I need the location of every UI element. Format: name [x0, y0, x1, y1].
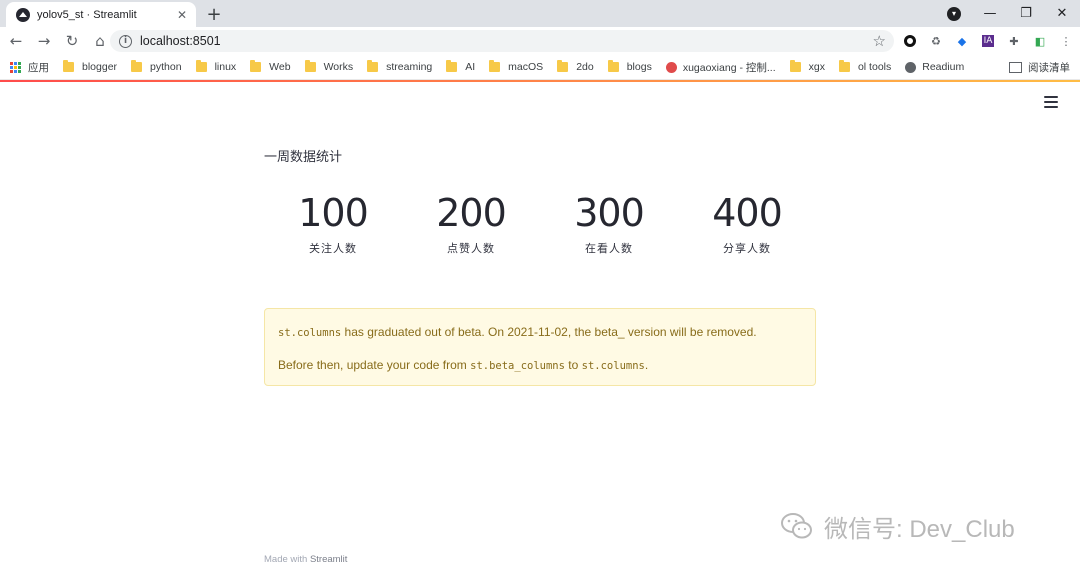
bookmark-readium[interactable]: Readium	[905, 61, 964, 73]
minimize-button[interactable]: —	[972, 2, 1008, 26]
puzzle-extensions-icon[interactable]: ✚	[1004, 30, 1024, 52]
streamlit-favicon-icon	[16, 7, 30, 22]
metric-value: 300	[574, 191, 645, 235]
layers-extension-icon[interactable]: ◆	[952, 30, 972, 52]
bookmarks-bar: 应用 blogger python linux Web Works stream…	[0, 55, 1080, 80]
metric-likes: 200 点赞人数	[402, 190, 540, 256]
inline-code: st.beta_columns	[470, 360, 565, 372]
folder-icon	[838, 60, 850, 72]
inline-code: st.columns	[278, 327, 342, 339]
folder-icon	[789, 60, 801, 72]
folder-icon	[304, 60, 316, 72]
profile-icon[interactable]: ▾	[936, 2, 972, 26]
reading-list[interactable]: 阅读清单	[1009, 55, 1070, 79]
metric-value: 100	[298, 191, 369, 235]
metric-label: 在看人数	[585, 242, 633, 255]
streamlit-link[interactable]: Streamlit	[310, 554, 347, 565]
folder-icon	[131, 60, 143, 72]
apps-icon	[10, 61, 21, 73]
address-bar[interactable]: i localhost:8501 ☆	[110, 30, 894, 52]
new-tab-button[interactable]: +	[204, 4, 224, 25]
bookmark-blogger[interactable]: blogger	[63, 60, 117, 73]
alert-line-1: st.columns has graduated out of beta. On…	[278, 325, 757, 339]
metric-value: 200	[436, 191, 507, 235]
metric-label: 点赞人数	[447, 242, 495, 255]
site-info-icon[interactable]: i	[119, 34, 132, 48]
browser-tab[interactable]: yolov5_st · Streamlit ✕	[6, 2, 196, 27]
metric-value: 400	[712, 191, 783, 235]
reload-icon[interactable]: ↻	[60, 29, 84, 53]
bookmark-python[interactable]: python	[131, 60, 182, 73]
bookmark-xugaoxiang[interactable]: xugaoxiang - 控制...	[665, 60, 776, 75]
home-icon[interactable]: ⌂	[88, 29, 112, 53]
metrics-row: 100 关注人数 200 点赞人数 300 在看人数 400 分享人数	[264, 190, 816, 256]
bookmark-apps[interactable]: 应用	[10, 60, 49, 75]
forward-icon[interactable]: →	[32, 29, 56, 53]
folder-icon	[195, 60, 207, 72]
deprecation-warning-alert: st.columns has graduated out of beta. On…	[264, 308, 816, 386]
tab-title: yolov5_st · Streamlit	[37, 8, 137, 21]
metric-shares: 400 分享人数	[678, 190, 816, 256]
metric-label: 关注人数	[309, 242, 357, 255]
back-icon[interactable]: ←	[4, 29, 28, 53]
browser-toolbar: ← → ↻ ⌂ i localhost:8501 ☆ ♻ ◆ IA ✚ ◧ ⋮	[0, 27, 1080, 55]
bookmark-star-icon[interactable]: ☆	[873, 32, 886, 50]
wechat-watermark: 微信号: Dev_Club	[780, 508, 1015, 544]
tab-strip: yolov5_st · Streamlit ✕ + ▾ — ❐ ✕	[0, 0, 1080, 27]
bookmark-macos[interactable]: macOS	[489, 60, 543, 73]
footer: Made with Streamlit	[264, 554, 348, 565]
alert-line-2: Before then, update your code from st.be…	[278, 358, 649, 372]
folder-icon	[489, 60, 501, 72]
extension-icons: ♻ ◆ IA ✚ ◧ ⋮	[900, 30, 1080, 52]
streamlit-decoration-bar	[0, 80, 1080, 82]
metric-followers: 100 关注人数	[264, 190, 402, 256]
watermark-text: 微信号: Dev_Club	[824, 515, 1015, 543]
bookmark-2do[interactable]: 2do	[557, 60, 594, 73]
folder-icon	[250, 60, 262, 72]
reading-list-icon	[1009, 61, 1022, 73]
inline-code: st.columns	[581, 360, 645, 372]
folder-icon	[367, 60, 379, 72]
globe-icon	[905, 61, 917, 73]
hamburger-menu-icon[interactable]	[1044, 96, 1058, 108]
recycle-extension-icon[interactable]: ♻	[926, 30, 946, 52]
metric-label: 分享人数	[723, 242, 771, 255]
bookmark-web[interactable]: Web	[250, 60, 291, 73]
ia-extension-icon[interactable]: IA	[978, 30, 998, 52]
extension-badge-icon[interactable]: ◧	[1030, 30, 1050, 52]
bookmark-ai[interactable]: AI	[446, 60, 475, 73]
url-text[interactable]: localhost:8501	[140, 34, 873, 48]
window-controls: ▾ — ❐ ✕	[936, 0, 1080, 27]
bookmark-xgx[interactable]: xgx	[789, 60, 825, 73]
page-title: 一周数据统计	[264, 150, 343, 165]
bookmark-works[interactable]: Works	[304, 60, 353, 73]
folder-icon	[557, 60, 569, 72]
gear-icon	[665, 61, 677, 73]
folder-icon	[607, 60, 619, 72]
wechat-logo-icon	[781, 513, 812, 539]
circle-extension-icon[interactable]	[900, 30, 920, 52]
folder-icon	[446, 60, 458, 72]
metric-watching: 300 在看人数	[540, 190, 678, 256]
bookmark-linux[interactable]: linux	[195, 60, 236, 73]
bookmark-blogs[interactable]: blogs	[607, 60, 652, 73]
bookmark-ol-tools[interactable]: ol tools	[838, 60, 891, 73]
close-window-button[interactable]: ✕	[1044, 2, 1080, 26]
folder-icon	[63, 60, 74, 72]
menu-kebab-icon[interactable]: ⋮	[1056, 30, 1076, 52]
close-tab-icon[interactable]: ✕	[174, 7, 190, 23]
bookmark-streaming[interactable]: streaming	[367, 60, 432, 73]
restore-button[interactable]: ❐	[1008, 2, 1044, 26]
